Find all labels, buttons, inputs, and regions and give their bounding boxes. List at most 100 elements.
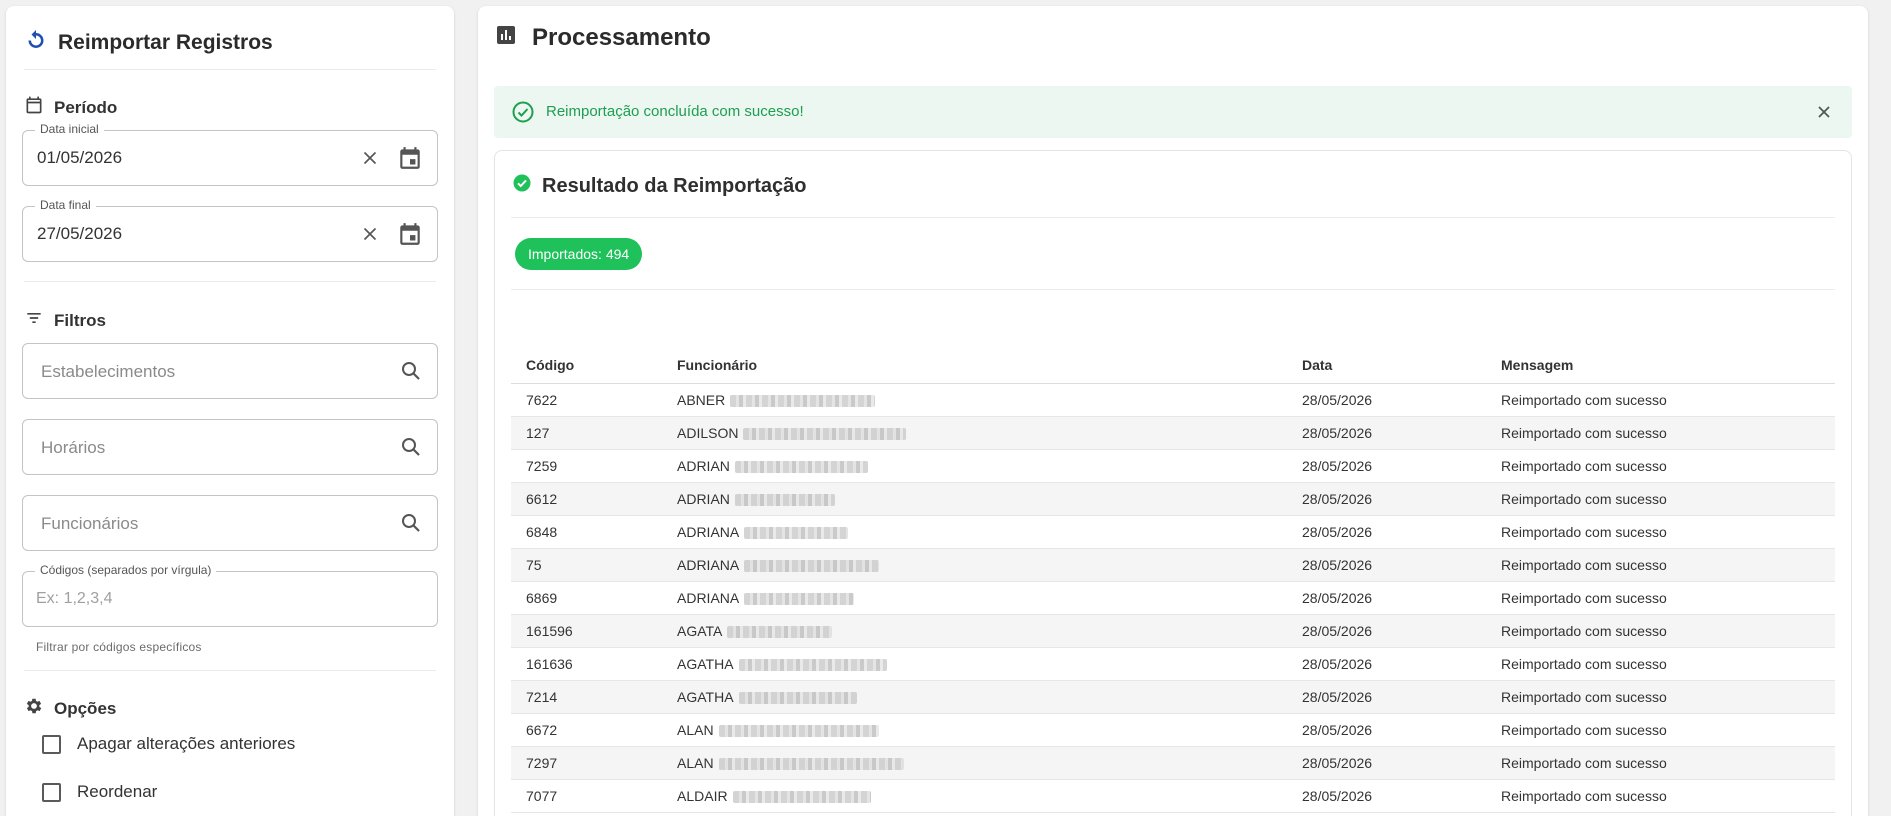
table-row[interactable]: 7077 ALDAIR 28/05/2026 Reimportado com suce…: [511, 779, 1835, 813]
cell-mensagem: Reimportado com sucesso: [1486, 449, 1835, 483]
cell-mensagem: Reimportado com sucesso: [1486, 647, 1835, 681]
cell-data: 28/05/2026: [1287, 449, 1486, 483]
header-data[interactable]: Data: [1287, 347, 1486, 384]
estabelecimentos-placeholder: Estabelecimentos: [41, 362, 176, 381]
table-row[interactable]: 7297 ALAN 28/05/2026 Reimportado com sucess…: [511, 746, 1835, 780]
check-circle-icon: [511, 100, 535, 124]
cell-data: 28/05/2026: [1287, 383, 1486, 417]
cell-codigo: 7077: [511, 779, 662, 813]
cell-codigo: 7259: [511, 449, 662, 483]
processing-panel: Processamento Reimportação concluída com…: [478, 6, 1868, 816]
cell-codigo: 7297: [511, 746, 662, 780]
clear-icon[interactable]: [359, 223, 381, 245]
cell-funcionario: ALAN: [662, 713, 1287, 747]
redacted-surname: [734, 460, 868, 473]
cell-funcionario: ADRIANA: [662, 515, 1287, 549]
cell-codigo: 75: [511, 548, 662, 582]
imported-count-badge: Importados: 494: [515, 238, 643, 270]
cell-mensagem: Reimportado com sucesso: [1486, 416, 1835, 450]
cell-funcionario: ABNER: [662, 383, 1287, 417]
table-row[interactable]: 7214 AGATHA 28/05/2026 Reimportado com suce…: [511, 680, 1835, 714]
table-row[interactable]: 6672 ALAN 28/05/2026 Reimportado com sucess…: [511, 713, 1835, 747]
results-table: Código Funcionário Data Mensagem 7622 ABN…: [511, 347, 1835, 813]
cell-mensagem: Reimportado com sucesso: [1486, 713, 1835, 747]
opcoes-heading: Opções: [24, 696, 116, 721]
header-funcionario[interactable]: Funcionário: [662, 347, 1287, 384]
table-row[interactable]: 7622 ABNER 28/05/2026 Reimportado com suces…: [511, 383, 1835, 417]
divider: [24, 670, 436, 671]
cell-data: 28/05/2026: [1287, 680, 1486, 714]
table-row[interactable]: 127 ADILSON 28/05/2026 Reimportado com suce…: [511, 416, 1835, 450]
search-icon[interactable]: [399, 511, 423, 535]
cell-codigo: 6869: [511, 581, 662, 615]
divider: [511, 289, 1835, 290]
funcionario-name: ADRIANA: [677, 589, 740, 606]
header-mensagem[interactable]: Mensagem: [1486, 347, 1835, 384]
cell-codigo: 6612: [511, 482, 662, 516]
cell-codigo: 161596: [511, 614, 662, 648]
search-icon[interactable]: [399, 359, 423, 383]
cell-codigo: 161636: [511, 647, 662, 681]
apagar-alteracoes-checkbox[interactable]: [42, 734, 61, 754]
redacted-surname: [738, 691, 857, 704]
cell-funcionario: ADRIAN: [662, 482, 1287, 516]
cell-mensagem: Reimportado com sucesso: [1486, 515, 1835, 549]
funcionarios-search[interactable]: Funcionários: [22, 495, 438, 551]
funcionario-name: ABNER: [677, 391, 726, 408]
calendar-picker-icon[interactable]: [397, 145, 423, 171]
table-row[interactable]: 161596 AGATA 28/05/2026 Reimportado com suc…: [511, 614, 1835, 648]
codigos-input[interactable]: Códigos (separados por vírgula) Ex: 1,2,…: [22, 563, 438, 627]
table-row[interactable]: 6612 ADRIAN 28/05/2026 Reimportado com suce…: [511, 482, 1835, 516]
close-icon[interactable]: [1814, 102, 1834, 122]
redacted-surname: [744, 526, 849, 539]
bar-chart-icon: [496, 24, 516, 52]
divider: [24, 69, 436, 70]
table-row[interactable]: 161636 AGATHA 28/05/2026 Reimportado com su…: [511, 647, 1835, 681]
table-row[interactable]: 7259 ADRIAN 28/05/2026 Reimportado com suce…: [511, 449, 1835, 483]
divider: [511, 217, 1835, 218]
redacted-surname: [744, 559, 880, 572]
table-row[interactable]: 75 ADRIANA 28/05/2026 Reimportado com suces…: [511, 548, 1835, 582]
periodo-heading: Período: [24, 95, 117, 120]
cell-funcionario: ALDAIR: [662, 779, 1287, 813]
header-codigo[interactable]: Código: [511, 347, 662, 384]
table-row[interactable]: 6848 ADRIANA 28/05/2026 Reimportado com suc…: [511, 515, 1835, 549]
result-card: Resultado da Reimportação Importados: 49…: [494, 150, 1852, 816]
funcionario-name: ALAN: [677, 754, 714, 771]
start-date-field[interactable]: Data inicial 01/05/2026: [22, 122, 438, 186]
redacted-surname: [727, 625, 833, 638]
end-date-label: Data final: [35, 198, 96, 212]
apagar-alteracoes-option[interactable]: Apagar alterações anteriores: [42, 734, 295, 754]
funcionario-name: AGATHA: [677, 688, 734, 705]
calendar-picker-icon[interactable]: [397, 221, 423, 247]
gear-icon: [24, 696, 44, 721]
redacted-surname: [730, 394, 876, 407]
reordenar-option[interactable]: Reordenar: [42, 782, 157, 802]
codigos-label: Códigos (separados por vírgula): [35, 563, 217, 577]
end-date-value[interactable]: 27/05/2026: [37, 224, 122, 244]
panel-title: Reimportar Registros: [24, 28, 273, 58]
funcionario-name: ADRIANA: [677, 523, 740, 540]
reordenar-label: Reordenar: [77, 782, 158, 801]
funcionarios-placeholder: Funcionários: [41, 514, 139, 533]
table-body: 7622 ABNER 28/05/2026 Reimportado com suces…: [511, 383, 1835, 813]
clear-icon[interactable]: [359, 147, 381, 169]
reimport-form-panel: Reimportar Registros Período Data inicia…: [6, 6, 454, 816]
estabelecimentos-search[interactable]: Estabelecimentos: [22, 343, 438, 399]
cell-funcionario: ADRIANA: [662, 548, 1287, 582]
table-row[interactable]: 6869 ADRIANA 28/05/2026 Reimportado com suc…: [511, 581, 1835, 615]
funcionario-name: AGATHA: [677, 655, 734, 672]
reordenar-checkbox[interactable]: [42, 782, 61, 802]
cell-data: 28/05/2026: [1287, 581, 1486, 615]
start-date-value[interactable]: 01/05/2026: [37, 148, 122, 168]
codigos-placeholder: Ex: 1,2,3,4: [36, 590, 113, 607]
funcionario-name: ALDAIR: [677, 787, 728, 804]
cell-data: 28/05/2026: [1287, 614, 1486, 648]
search-icon[interactable]: [399, 435, 423, 459]
cell-funcionario: ALAN: [662, 746, 1287, 780]
apagar-alteracoes-label: Apagar alterações anteriores: [77, 734, 296, 753]
cell-funcionario: AGATHA: [662, 647, 1287, 681]
cell-mensagem: Reimportado com sucesso: [1486, 548, 1835, 582]
end-date-field[interactable]: Data final 27/05/2026: [22, 198, 438, 262]
horarios-search[interactable]: Horários: [22, 419, 438, 475]
